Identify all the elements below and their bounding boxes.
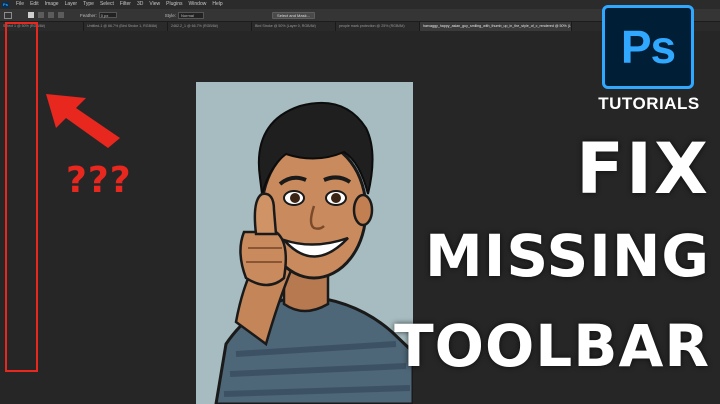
menu-edit[interactable]: Edit bbox=[27, 0, 42, 9]
document-tab[interactable]: people mark protection @ 25% (RGB/8#) bbox=[336, 22, 420, 31]
feather-input[interactable]: 0 px bbox=[98, 12, 117, 18]
question-marks-text: ??? bbox=[66, 160, 132, 201]
headline-line-2: MISSING bbox=[425, 222, 710, 290]
marquee-tool-icon[interactable] bbox=[4, 11, 12, 19]
new-selection-mode-icon[interactable] bbox=[28, 12, 34, 18]
select-and-mask-button[interactable]: Select and Mask... bbox=[272, 11, 315, 19]
menu-type[interactable]: Type bbox=[80, 0, 97, 9]
style-field: Style: Normal bbox=[164, 11, 205, 19]
menu-filter[interactable]: Filter bbox=[117, 0, 134, 9]
photoshop-app-icon[interactable]: Ps bbox=[2, 1, 9, 8]
document-tab[interactable]: Bird Stroke @ 50% (Layer 0, RGB/8#) bbox=[252, 22, 336, 31]
subtract-selection-mode-icon[interactable] bbox=[48, 12, 54, 18]
menu-file[interactable]: File bbox=[13, 0, 27, 9]
red-arrow-icon bbox=[46, 94, 120, 148]
menu-plugins[interactable]: Plugins bbox=[163, 0, 185, 9]
style-label: Style: bbox=[164, 12, 177, 18]
menu-image[interactable]: Image bbox=[42, 0, 62, 9]
intersect-selection-mode-icon[interactable] bbox=[58, 12, 64, 18]
document-tab-active[interactable]: harvaggy_happy_asian_guy_smiling_with_th… bbox=[420, 22, 572, 31]
photoshop-logo: Ps bbox=[602, 5, 694, 89]
menu-select[interactable]: Select bbox=[97, 0, 117, 9]
feather-label: Feather: bbox=[80, 12, 97, 18]
headline-line-1: FIX bbox=[576, 128, 710, 210]
menu-view[interactable]: View bbox=[146, 0, 163, 9]
tutorials-label: TUTORIALS bbox=[598, 94, 700, 113]
document-tab[interactable]: 2462.2_1 @ 66.7% (RGB/8#) bbox=[168, 22, 252, 31]
menu-window[interactable]: Window bbox=[186, 0, 210, 9]
missing-toolbar-highlight-box bbox=[5, 22, 38, 372]
headline-line-3: TOOLBAR bbox=[394, 312, 710, 380]
smiling-man-thumbs-up-illustration bbox=[214, 101, 413, 404]
menu-help[interactable]: Help bbox=[209, 0, 225, 9]
feather-field: Feather: 0 px bbox=[80, 12, 117, 18]
add-selection-mode-icon[interactable] bbox=[38, 12, 44, 18]
photoshop-logo-text: Ps bbox=[620, 21, 676, 73]
document-tab[interactable]: Untitled-1 @ 66.7% (Bird Stroke 1, RGB/8… bbox=[84, 22, 168, 31]
menu-3d[interactable]: 3D bbox=[134, 0, 146, 9]
document-canvas-image bbox=[196, 82, 413, 404]
menu-layer[interactable]: Layer bbox=[62, 0, 81, 9]
style-select[interactable]: Normal bbox=[178, 11, 205, 19]
